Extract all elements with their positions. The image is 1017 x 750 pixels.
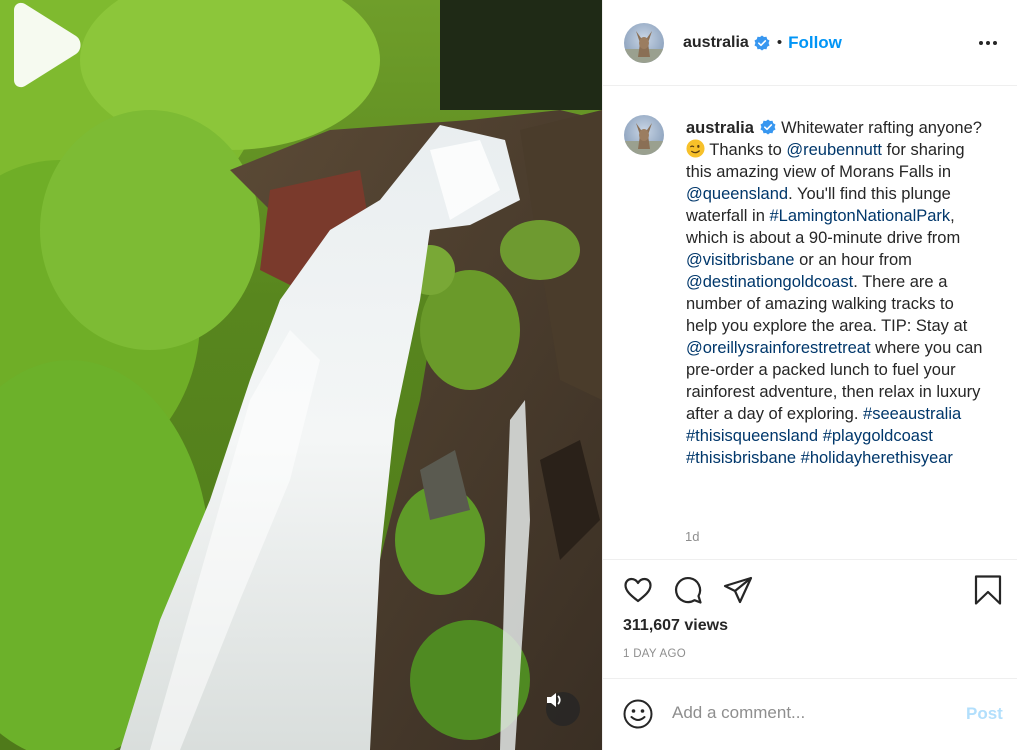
kangaroo-avatar-icon [624,30,664,63]
volume-icon[interactable] [546,692,580,726]
post-video[interactable] [0,0,602,750]
comment-input[interactable] [672,701,942,725]
post-comment-button[interactable]: Post [966,704,1003,724]
mention-visitbrisbane[interactable]: @visitbrisbane [686,251,794,269]
header-username[interactable]: australia [683,34,749,52]
action-bar [602,559,1017,619]
more-options-icon[interactable] [979,32,1001,54]
bookmark-icon[interactable] [972,574,1004,606]
hashtag-thisisqueensland[interactable]: #thisisqueensland [686,427,818,445]
header-separator: • [776,34,783,51]
post-details-panel: australia • Follow australia Whitewater … [602,0,1017,750]
avatar[interactable] [624,22,664,63]
caption-text-2: Thanks to [709,141,782,159]
hashtag-thisisbrisbane[interactable]: #thisisbrisbane [686,449,796,467]
caption-text: australia Whitewater rafting anyone? Tha… [686,117,986,469]
mention-oreillysrainforestretreat[interactable]: @oreillysrainforestretreat [686,339,871,357]
hashtag-playgoldcoast[interactable]: #playgoldcoast [823,427,933,445]
hashtag-holidayherethisyear[interactable]: #holidayherethisyear [801,449,953,467]
winking-face-emoji [686,139,705,158]
comment-icon[interactable] [672,574,704,606]
play-icon[interactable] [0,0,86,90]
mention-destinationgoldcoast[interactable]: @destinationgoldcoast [686,273,853,291]
follow-button[interactable]: Follow [788,33,842,53]
comment-bar: Post [602,678,1017,750]
post-header: australia • Follow [603,0,1017,86]
verified-badge-icon [760,119,776,135]
hashtag-seeaustralia[interactable]: #seeaustralia [863,405,961,423]
mention-reubennutt[interactable]: @reubennutt [786,141,882,159]
caption-avatar[interactable] [624,115,664,155]
caption-text-6: or an hour from [799,251,912,269]
caption-timestamp[interactable]: 1d [685,529,699,544]
kangaroo-avatar-icon [624,123,664,155]
smiley-icon[interactable] [622,698,654,730]
caption-username[interactable]: australia [686,119,754,137]
verified-badge-icon [754,35,770,51]
mention-queensland[interactable]: @queensland [686,185,788,203]
waterfall-scene [0,0,602,750]
share-icon[interactable] [722,574,754,606]
heart-icon[interactable] [622,574,654,606]
caption-text-1: Whitewater rafting anyone? [781,119,982,137]
hashtag-lamingtonnationalpark[interactable]: #LamingtonNationalPark [769,207,950,225]
